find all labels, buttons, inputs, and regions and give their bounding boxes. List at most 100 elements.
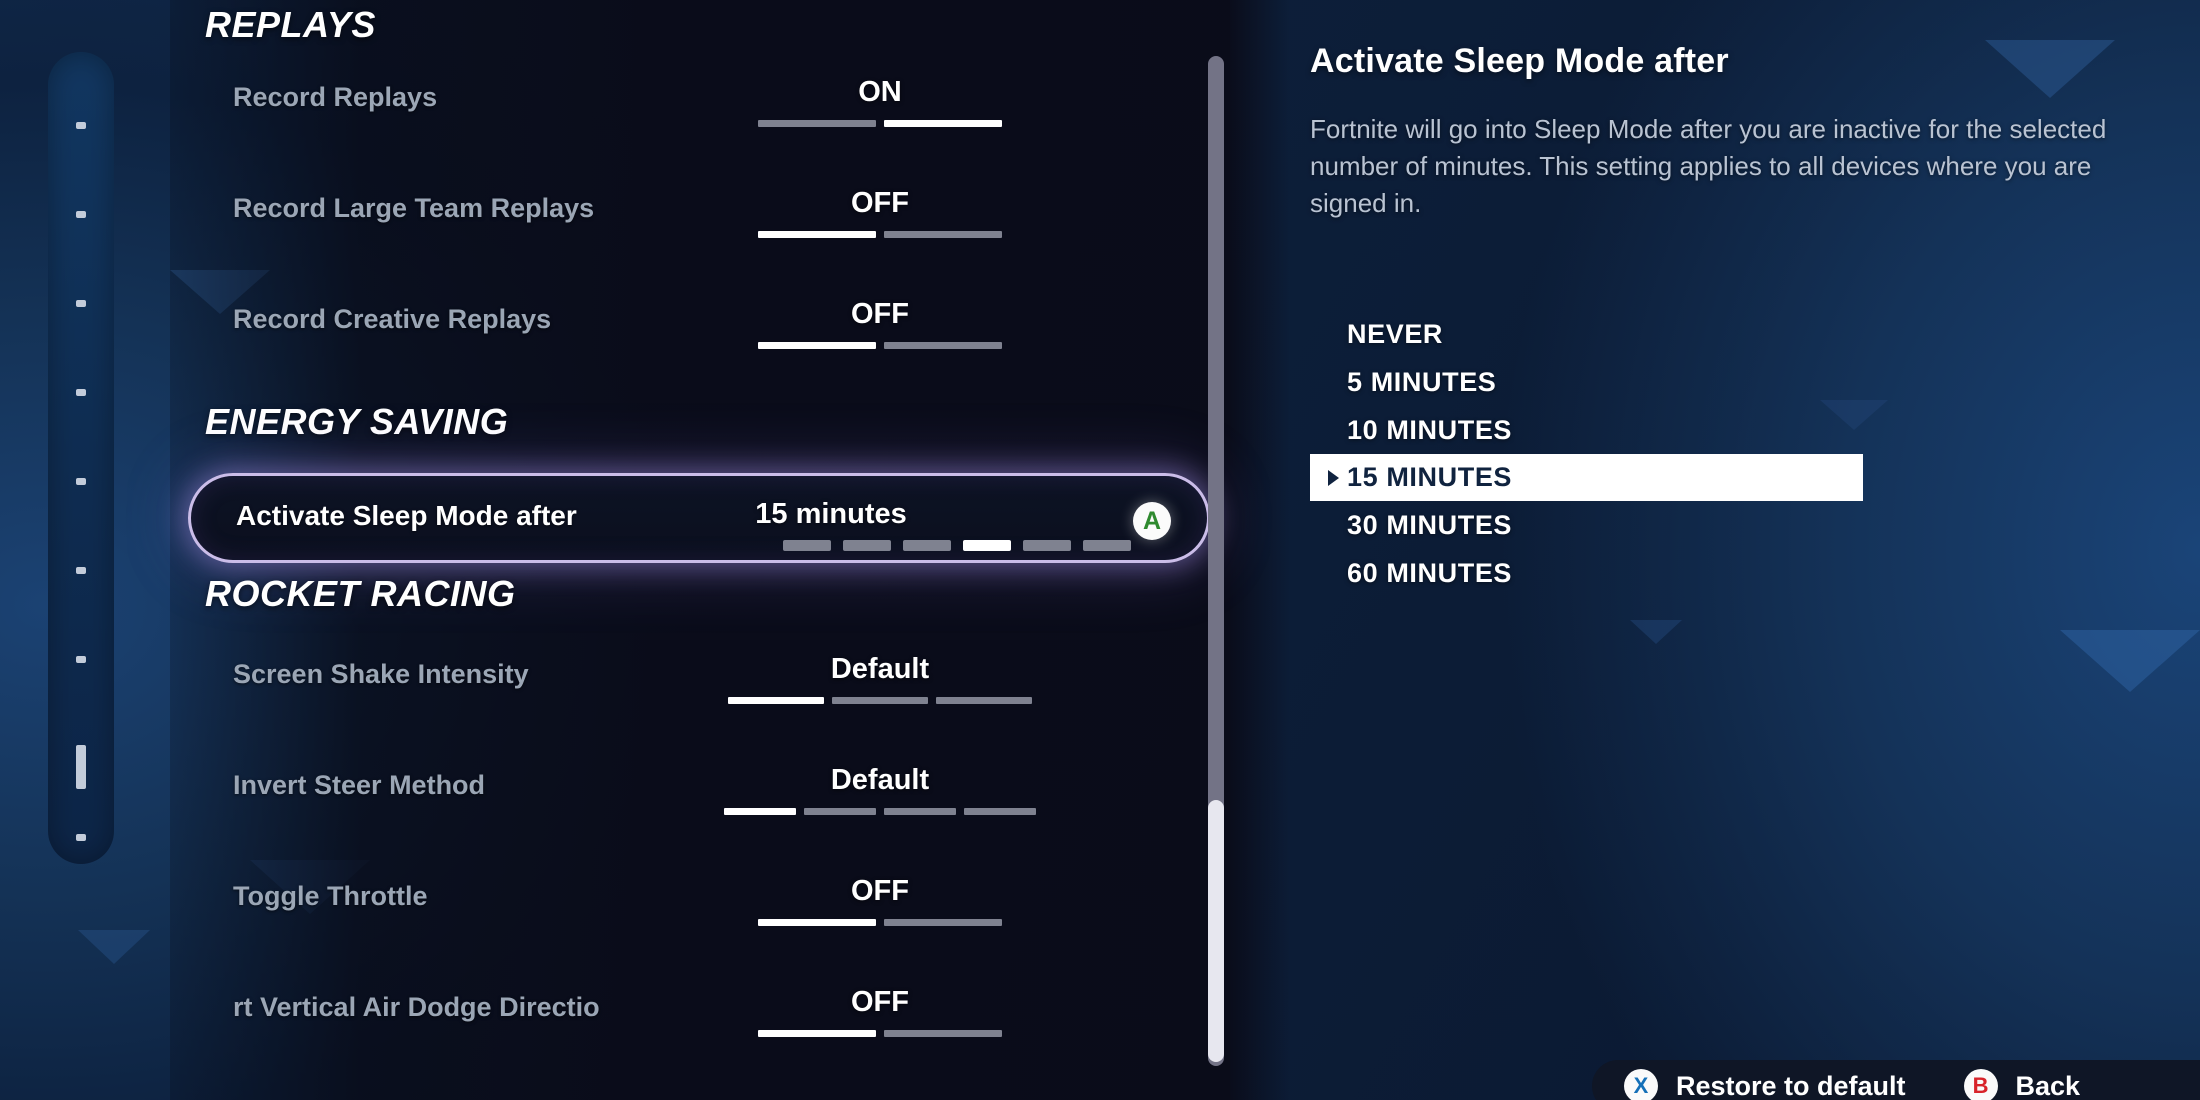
segment xyxy=(884,919,1002,926)
option-item[interactable]: 30 MINUTES xyxy=(1310,501,1930,549)
settings-row-segments[interactable] xyxy=(570,919,1190,926)
nav-rail-item[interactable] xyxy=(76,834,86,841)
section-title: ROCKET RACING xyxy=(205,573,516,614)
segment xyxy=(758,120,876,127)
settings-row-label: Screen Shake Intensity xyxy=(233,659,529,689)
segment-active xyxy=(758,231,876,238)
option-item[interactable]: 5 MINUTES xyxy=(1310,358,1930,406)
action-back[interactable]: B Back xyxy=(1963,1069,2081,1100)
option-item[interactable]: NEVER xyxy=(1310,310,1930,358)
settings-row-selected[interactable]: Activate Sleep Mode after 15 minutes A xyxy=(188,473,1210,563)
settings-row-value: OFF xyxy=(851,298,909,330)
settings-row-label: Activate Sleep Mode after xyxy=(236,500,577,531)
segment xyxy=(1083,540,1131,551)
nav-rail-item[interactable] xyxy=(76,389,86,396)
section-title: REPLAYS xyxy=(205,4,376,45)
settings-panel-overlay-edge xyxy=(1230,0,1290,1100)
gamepad-b-icon: B xyxy=(1963,1069,1998,1100)
settings-row-label: Toggle Throttle xyxy=(233,881,428,911)
settings-row-label: Invert Steer Method xyxy=(233,770,486,800)
nav-rail-item[interactable] xyxy=(76,478,86,485)
settings-row-segments[interactable] xyxy=(570,342,1190,349)
decorative-triangle xyxy=(2060,630,2200,692)
segment xyxy=(964,808,1036,815)
settings-row[interactable]: Toggle Throttle OFF xyxy=(200,867,1210,933)
settings-row[interactable]: Record Large Team Replays OFF xyxy=(200,179,1210,245)
settings-row-segments[interactable] xyxy=(570,120,1190,127)
segment xyxy=(903,540,951,551)
detail-panel: Activate Sleep Mode after Fortnite will … xyxy=(1310,42,2150,222)
caret-right-icon xyxy=(1328,469,1339,486)
settings-row-value: OFF xyxy=(851,986,909,1018)
settings-row-segments[interactable] xyxy=(570,1030,1190,1037)
settings-row-segments[interactable] xyxy=(531,540,1131,551)
settings-row-label: rt Vertical Air Dodge Directio xyxy=(233,992,600,1022)
action-label: Restore to default xyxy=(1676,1070,1906,1100)
action-label: Back xyxy=(2015,1070,2081,1100)
nav-rail-item-active[interactable] xyxy=(76,745,86,789)
decorative-triangle xyxy=(1630,620,1682,644)
nav-rail-item[interactable] xyxy=(76,656,86,663)
settings-row-label: Record Large Team Replays xyxy=(233,193,595,223)
settings-row-value: Default xyxy=(830,653,930,685)
settings-row-segments[interactable] xyxy=(570,697,1190,704)
segment xyxy=(843,540,891,551)
nav-rail-item[interactable] xyxy=(76,122,86,129)
nav-rail[interactable] xyxy=(48,52,114,864)
segment-active xyxy=(728,697,824,704)
gamepad-a-icon[interactable]: A xyxy=(1133,502,1171,540)
option-item-selected[interactable]: 15 MINUTES xyxy=(1310,454,1863,501)
decorative-triangle xyxy=(78,930,150,964)
segment xyxy=(783,540,831,551)
settings-row-value: Default xyxy=(830,764,930,796)
settings-row-value: ON xyxy=(858,76,902,108)
segment-active xyxy=(758,342,876,349)
detail-description: Fortnite will go into Sleep Mode after y… xyxy=(1310,114,2107,218)
nav-rail-item[interactable] xyxy=(76,300,86,307)
settings-row-label: Record Replays xyxy=(233,82,438,112)
settings-row-value: OFF xyxy=(851,875,909,907)
settings-row-segments[interactable] xyxy=(570,808,1190,815)
option-item-label: 5 MINUTES xyxy=(1347,366,1497,397)
action-restore-to-default[interactable]: X Restore to default xyxy=(1624,1069,1906,1100)
segment-active xyxy=(758,919,876,926)
action-bar: X Restore to default B Back xyxy=(1592,1060,2200,1100)
segment xyxy=(832,697,928,704)
settings-list: REPLAYS Record Replays ON Record Large Team… xyxy=(188,0,1210,1100)
nav-rail-item[interactable] xyxy=(76,211,86,218)
settings-row-segments[interactable] xyxy=(570,231,1190,238)
option-item-label: 60 MINUTES xyxy=(1347,557,1513,588)
segment xyxy=(884,231,1002,238)
settings-row-value: OFF xyxy=(851,187,909,219)
gamepad-x-icon: X xyxy=(1624,1069,1658,1100)
settings-row-value: 15 minutes xyxy=(755,498,907,530)
settings-row[interactable]: Invert Steer Method Default xyxy=(200,756,1210,822)
settings-row-label: Record Creative Replays xyxy=(233,304,552,334)
section-title: ENERGY SAVING xyxy=(205,401,509,442)
segment xyxy=(936,697,1032,704)
option-item-label: 10 MINUTES xyxy=(1347,414,1513,445)
segment xyxy=(884,342,1002,349)
segment xyxy=(884,808,956,815)
settings-row[interactable]: rt Vertical Air Dodge Directio OFF xyxy=(200,978,1210,1044)
segment xyxy=(1023,540,1071,551)
segment-active xyxy=(758,1030,876,1037)
settings-row[interactable]: Record Creative Replays OFF xyxy=(200,290,1210,356)
nav-rail-item[interactable] xyxy=(76,567,86,574)
settings-row[interactable]: Record Replays ON xyxy=(200,68,1210,134)
scrollbar-thumb[interactable] xyxy=(1208,800,1224,1062)
segment xyxy=(884,1030,1002,1037)
settings-row[interactable]: Screen Shake Intensity Default xyxy=(200,645,1210,711)
option-item-label: NEVER xyxy=(1347,318,1444,349)
segment-active xyxy=(963,540,1011,551)
segment xyxy=(804,808,876,815)
option-item[interactable]: 60 MINUTES xyxy=(1310,549,1930,597)
option-item-label: 30 MINUTES xyxy=(1347,509,1513,540)
option-item[interactable]: 10 MINUTES xyxy=(1310,406,1930,454)
detail-title: Activate Sleep Mode after xyxy=(1310,42,1729,80)
settings-screen: REPLAYS Record Replays ON Record Large Team… xyxy=(0,0,2200,1100)
segment-active xyxy=(884,120,1002,127)
option-list: NEVER 5 MINUTES 10 MINUTES 15 MINUTES 30 MIN… xyxy=(1310,310,1930,597)
option-item-label: 15 MINUTES xyxy=(1347,462,1513,492)
segment-active xyxy=(724,808,796,815)
